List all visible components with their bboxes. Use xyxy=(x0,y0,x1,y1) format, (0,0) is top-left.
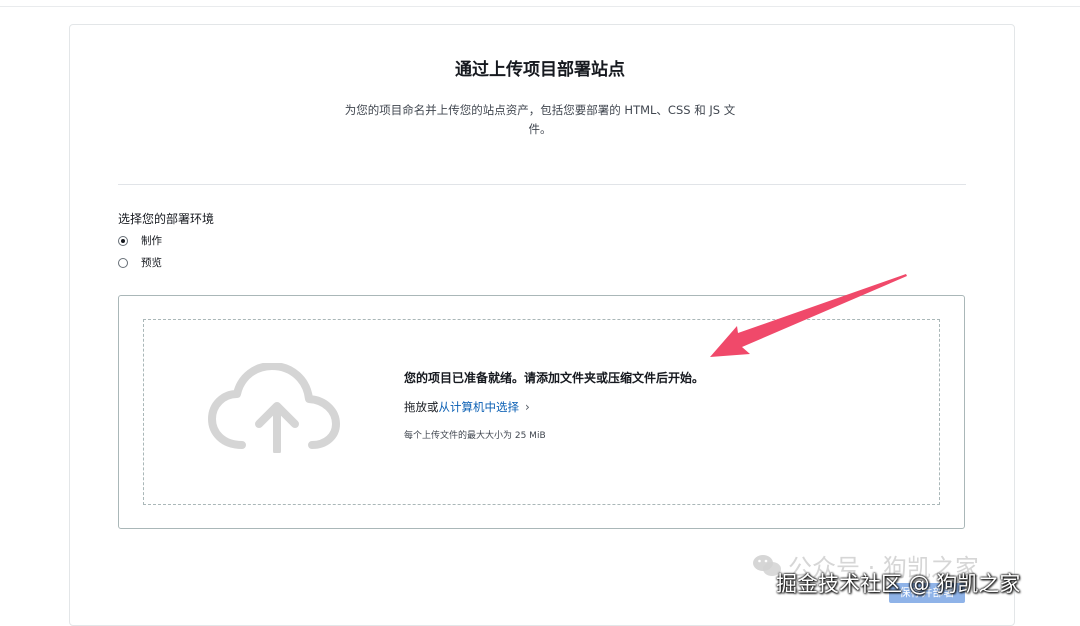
radio-label-preview: 预览 xyxy=(141,257,162,269)
max-file-size-text: 每个上传文件的最大大小为 25 MiB xyxy=(404,431,546,441)
choose-file-line: 拖放或 从计算机中选择 › xyxy=(404,399,530,415)
juejin-watermark: 掘金技术社区 @ 狗凯之家 xyxy=(776,572,1021,596)
cloud-upload-icon xyxy=(208,363,340,453)
radio-button-preview[interactable] xyxy=(118,257,128,268)
radio-option-preview[interactable]: 预览 xyxy=(118,255,162,270)
radio-label-production: 制作 xyxy=(141,235,162,247)
radio-option-production[interactable]: 制作 xyxy=(118,233,162,248)
environment-label: 选择您的部署环境 xyxy=(118,212,215,226)
section-divider xyxy=(118,184,966,185)
top-divider xyxy=(0,6,1080,7)
upload-ready-text: 您的项目已准备就绪。请添加文件夹或压缩文件后开始。 xyxy=(404,371,705,385)
page-title: 通过上传项目部署站点 xyxy=(455,60,625,80)
choose-from-computer-link[interactable]: 从计算机中选择 xyxy=(439,399,520,415)
page-subtitle: 为您的项目命名并上传您的站点资产，包括您要部署的 HTML、CSS 和 JS 文… xyxy=(344,103,736,136)
radio-button-production[interactable] xyxy=(118,235,128,246)
chevron-right-icon: › xyxy=(525,400,530,414)
drag-prefix-text: 拖放或 xyxy=(404,400,439,414)
